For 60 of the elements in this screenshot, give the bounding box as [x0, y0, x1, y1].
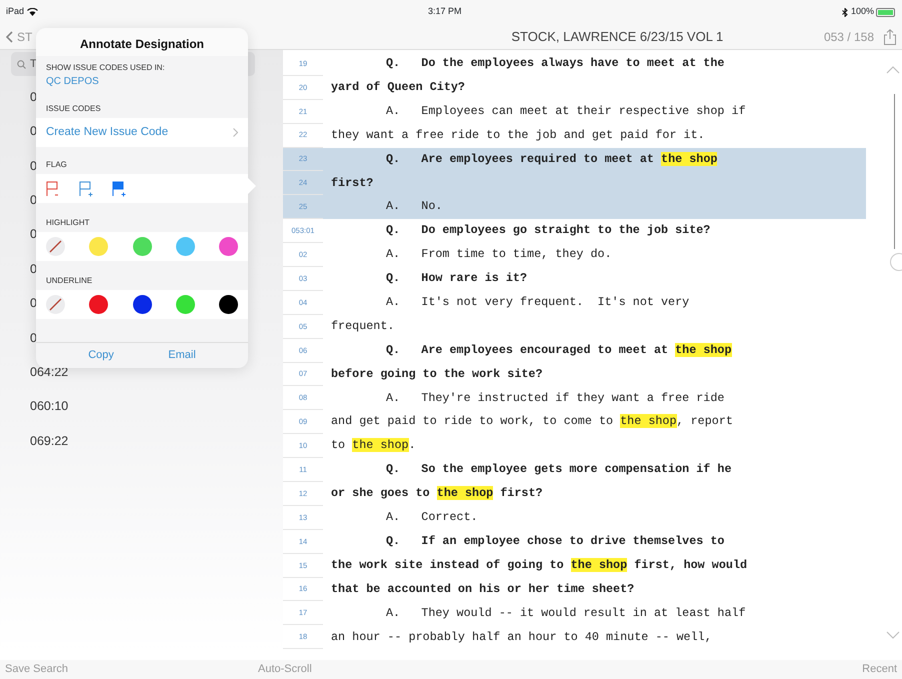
highlight-color-swatch[interactable]	[219, 237, 238, 256]
no-color-swatch[interactable]	[46, 295, 65, 314]
transcript-text: Q. Do employees go straight to the job site?	[385, 222, 710, 240]
no-color-swatch[interactable]	[46, 237, 65, 256]
transcript-text: frequent.	[330, 318, 394, 335]
transcript-text: A. Employees can meet at their respective shop if	[385, 102, 746, 120]
transcript-text: Q. So the employee gets more compensation if he	[385, 461, 732, 478]
transcript-text: A. They're instructed if they want a free ride	[385, 390, 724, 407]
transcript-text: yard of Queen City?	[330, 79, 465, 96]
page-counter: 053 / 158	[824, 28, 874, 46]
transcript-text: an hour -- probably half an hour to 40 minute -- well,	[330, 628, 712, 646]
transcript-text: Q. Are employees required to meet at the shop	[385, 150, 718, 168]
popover-title: Annotate Designation	[36, 28, 248, 56]
bluetooth-icon	[842, 8, 848, 16]
highlight-color-swatch[interactable]	[132, 237, 152, 256]
transcript-text: Q. Are employees encouraged to meet at the shop	[385, 342, 732, 359]
transcript-text: before going to the work site?	[330, 366, 543, 383]
wifi-icon	[27, 8, 38, 16]
transcript-text: they want a free ride to the job and get paid for it.	[330, 126, 705, 144]
back-chevron-icon	[6, 30, 13, 42]
flag-minus-icon[interactable]	[46, 180, 60, 196]
transcript-text: A. Correct.	[385, 509, 478, 526]
document-title: STOCK, LAWRENCE 6/23/15 VOL 1	[511, 28, 724, 46]
section-header: UNDERLINE	[45, 275, 94, 287]
battery-icon	[876, 8, 896, 16]
underline-color-swatch[interactable]	[132, 295, 152, 314]
transcript-text: Q. If an employee chose to drive themselves to	[385, 532, 724, 550]
status-time: 3:17 PM	[428, 5, 462, 18]
section-label: SHOW ISSUE CODES USED IN:	[46, 62, 166, 74]
transcript-text: A. They would -- it would result in at least half	[385, 604, 746, 622]
transcript-text: first?	[330, 174, 374, 192]
flag-plus-icon[interactable]	[112, 180, 126, 196]
section-header: ISSUE CODES	[45, 103, 102, 115]
share-icon[interactable]	[884, 28, 896, 44]
transcript-text: Q. How rare is it?	[385, 270, 528, 288]
scroll-up-chevron-icon[interactable]	[886, 66, 900, 74]
battery-percent: 100%	[850, 5, 874, 18]
highlight-color-swatch[interactable]	[176, 237, 195, 256]
section-header: HIGHLIGHT	[45, 217, 91, 229]
search-icon	[17, 60, 26, 68]
transcript-text: Q. Do the employees always have to meet at the	[385, 55, 724, 72]
sidebar-item[interactable]: 060:10	[7, 390, 283, 424]
highlight-color-swatch[interactable]	[89, 237, 108, 256]
underline-color-swatch[interactable]	[176, 295, 195, 314]
sidebar-item[interactable]: 069:22	[7, 424, 283, 458]
transcript-text: and get paid to ride to work, to come to the shop, report	[330, 413, 733, 430]
chevron-right-icon	[233, 128, 238, 137]
transcript-text: A. It's not very frequent. It's not very	[385, 294, 690, 312]
transcript-text: or she goes to the shop first?	[330, 485, 543, 502]
section-header: FLAG	[45, 159, 68, 171]
scroll-down-chevron-icon[interactable]	[886, 631, 900, 639]
device-label: iPad	[6, 5, 24, 18]
underline-color-swatch[interactable]	[89, 295, 108, 314]
transcript-text: the work site instead of going to the shop first, how would	[330, 556, 748, 574]
underline-color-swatch[interactable]	[219, 295, 238, 314]
transcript-text: A. No.	[385, 198, 442, 216]
flag-plus-icon[interactable]	[79, 180, 93, 196]
transcript-text: that be accounted on his or her time sheet?	[330, 580, 634, 598]
transcript-text: A. From time to time, they do.	[385, 246, 612, 264]
transcript-text: to the shop.	[330, 437, 416, 454]
